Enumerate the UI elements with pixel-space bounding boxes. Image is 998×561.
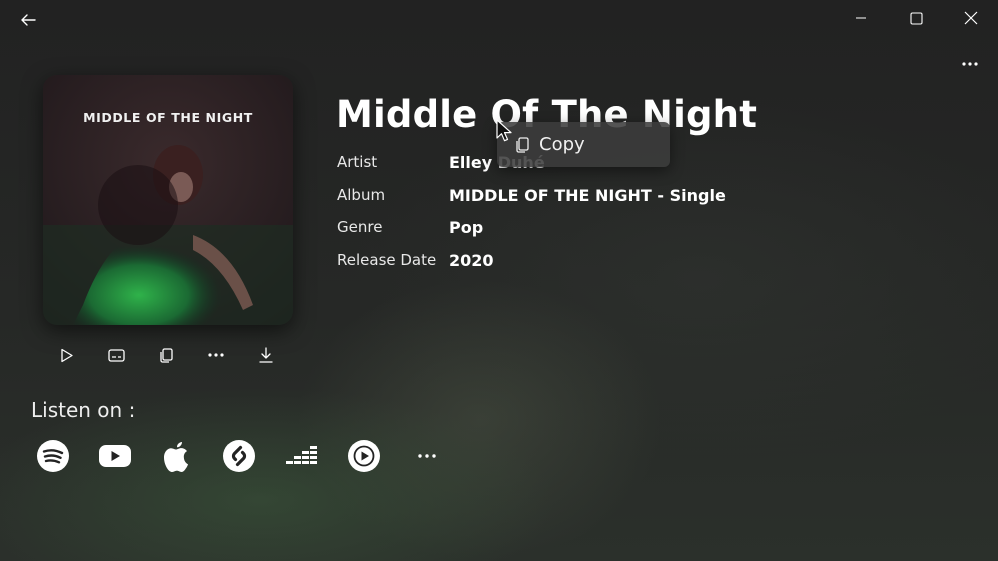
deezer-button[interactable] xyxy=(283,438,319,474)
youtube-icon xyxy=(99,445,131,467)
action-toolbar xyxy=(52,343,300,367)
lyrics-button[interactable] xyxy=(102,343,132,367)
more-icon xyxy=(208,353,224,357)
metadata-key: Release Date xyxy=(337,250,437,269)
metadata-key: Album xyxy=(337,185,386,204)
minimize-button[interactable] xyxy=(838,2,884,34)
youtube-music-button[interactable] xyxy=(346,438,382,474)
youtube-music-icon xyxy=(348,440,380,472)
download-button[interactable] xyxy=(251,343,281,367)
more-icon xyxy=(962,62,978,66)
play-button[interactable] xyxy=(52,343,82,367)
shazam-icon xyxy=(223,440,255,472)
album-cover: MIDDLE OF THE NIGHT xyxy=(43,75,293,325)
back-button[interactable] xyxy=(14,6,42,34)
metadata-key: Artist xyxy=(337,153,378,171)
spotify-icon xyxy=(37,440,69,472)
apple-icon xyxy=(164,442,188,472)
spotify-button[interactable] xyxy=(35,438,71,474)
maximize-icon xyxy=(909,11,923,25)
copy-button[interactable] xyxy=(151,343,181,367)
title-bar xyxy=(0,0,998,38)
more-services-button[interactable] xyxy=(409,438,445,474)
maximize-button[interactable] xyxy=(893,2,939,34)
mouse-cursor-icon xyxy=(496,119,512,142)
copy-icon xyxy=(160,347,174,363)
deezer-icon xyxy=(286,446,317,464)
copy-icon xyxy=(516,136,529,153)
metadata-key: Genre xyxy=(337,218,383,236)
arrow-left-icon xyxy=(21,14,36,26)
close-icon xyxy=(964,11,978,25)
download-icon xyxy=(259,347,273,363)
shazam-button[interactable] xyxy=(221,438,257,474)
metadata-value-release-date[interactable]: 2020 xyxy=(449,251,494,270)
metadata-value-album[interactable]: MIDDLE OF THE NIGHT - Single xyxy=(449,186,726,205)
more-actions-button[interactable] xyxy=(201,343,231,367)
subtitles-icon xyxy=(108,348,125,362)
copy-menu-label: Copy xyxy=(539,134,585,155)
cover-title-text: MIDDLE OF THE NIGHT xyxy=(83,110,253,125)
play-icon xyxy=(61,348,73,362)
metadata-value-genre[interactable]: Pop xyxy=(449,218,483,237)
listen-on-label: Listen on : xyxy=(31,398,136,422)
context-menu: Copy xyxy=(497,122,670,167)
close-button[interactable] xyxy=(948,2,994,34)
more-icon xyxy=(418,454,436,458)
more-options-button[interactable] xyxy=(955,52,985,76)
copy-menu-item[interactable]: Copy xyxy=(497,122,670,167)
youtube-button[interactable] xyxy=(97,438,133,474)
minimize-icon xyxy=(856,17,866,19)
apple-music-button[interactable] xyxy=(159,438,195,474)
